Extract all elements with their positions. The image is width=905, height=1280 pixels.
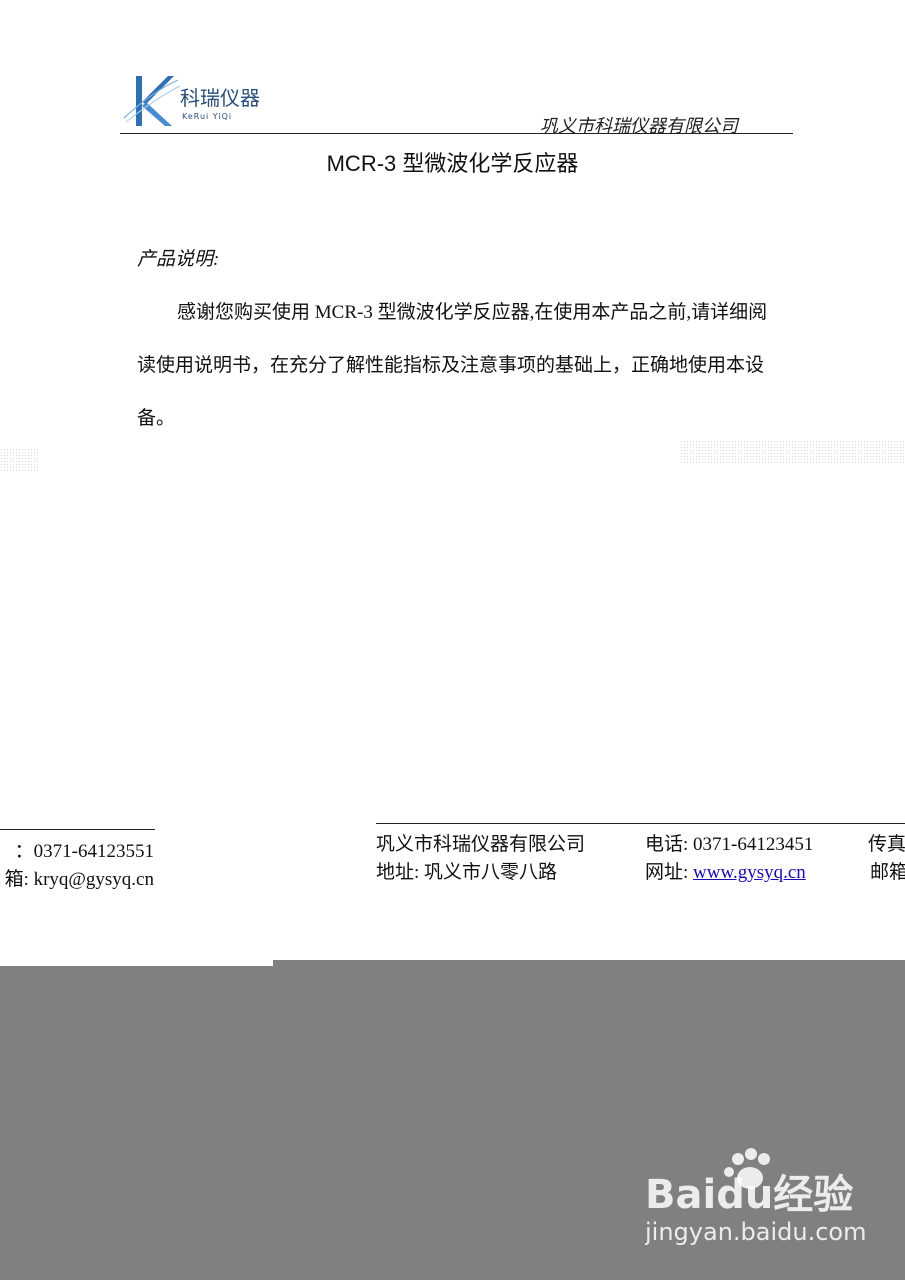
header-company-name: 巩义市科瑞仪器有限公司 bbox=[540, 116, 738, 136]
intro-paragraph: 感谢您购买使用 MCR-3 型微波化学反应器,在使用本产品之前,请详细阅读使用说… bbox=[137, 286, 777, 445]
footer-right-rule bbox=[376, 823, 905, 824]
logo-name-cn: 科瑞仪器 bbox=[180, 86, 260, 110]
footer-left-rule bbox=[0, 829, 155, 830]
footer-email-label: 邮箱 bbox=[870, 862, 905, 883]
scan-noise-left bbox=[0, 448, 40, 472]
footer-address: 地址: 巩义市八零八路 bbox=[376, 862, 558, 883]
watermark-url: jingyan.baidu.com bbox=[645, 1218, 866, 1246]
scan-noise-right bbox=[680, 440, 905, 464]
footer-website-label: 网址: bbox=[645, 862, 694, 883]
header-rule bbox=[120, 133, 793, 134]
baidu-jingyan-watermark: Baidu经验 jingyan.baidu.com bbox=[645, 1148, 866, 1246]
logo-name-en: KeRui YiQi bbox=[182, 112, 233, 121]
footer-left-email: 箱: kryq@gysyq.cn bbox=[4, 869, 154, 890]
watermark-brand: Baidu经验 bbox=[645, 1172, 853, 1218]
footer-left-fax: ：0371-64123551 bbox=[14, 841, 154, 862]
footer-company: 巩义市科瑞仪器有限公司 bbox=[376, 834, 586, 855]
footer-phone: 电话: 0371-64123451 bbox=[645, 834, 814, 855]
website-link[interactable]: www.gysyq.cn bbox=[693, 862, 806, 883]
intro-paragraph-text: 感谢您购买使用 MCR-3 型微波化学反应器,在使用本产品之前,请详细阅读使用说… bbox=[137, 302, 768, 429]
gray-area-notch bbox=[0, 960, 273, 966]
footer-website: 网址: www.gysyq.cn bbox=[645, 857, 806, 884]
footer-fax-label: 传真 bbox=[868, 834, 905, 855]
section-heading: 产品说明: bbox=[137, 249, 220, 270]
document-title: MCR-3 型微波化学反应器 bbox=[326, 151, 579, 176]
